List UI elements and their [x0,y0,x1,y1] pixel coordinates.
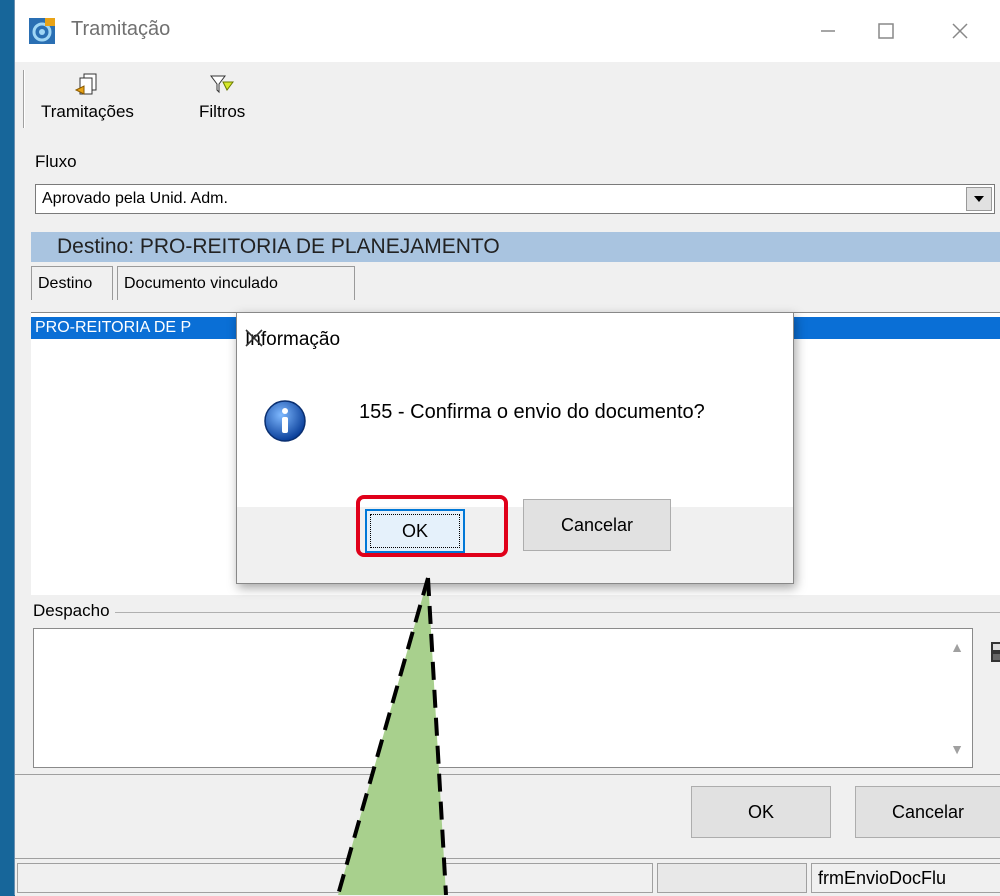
maximize-button[interactable] [861,12,911,50]
dialog-body: 155 - Confirma o envio do documento? [237,367,793,507]
scroll-up-icon[interactable]: ▲ [950,639,964,655]
toolbar-filtros-label: Filtros [199,102,246,121]
cancel-button-label: Cancelar [891,801,965,822]
status-pane-form: frmEnvioDocFlu [811,863,1000,893]
window-title: Tramitação [71,18,171,40]
fluxo-label: Fluxo [35,152,77,171]
toolbar-tramitacoes-label: Tramitações [41,102,134,121]
save-icon[interactable] [991,640,1000,664]
cancel-button[interactable]: Cancelar [855,786,1000,838]
info-icon [264,400,306,442]
despacho-divider [115,612,1000,613]
tab-destino[interactable]: Destino [31,266,113,300]
destino-header-text: Destino: PRO-REITORIA DE PLANEJAMENTO [57,235,500,258]
minimize-button[interactable] [803,12,853,50]
dialog-cancel-button[interactable]: Cancelar [523,499,671,551]
app-icon [29,18,55,44]
close-icon [952,23,968,39]
dialog-cancel-label: Cancelar [560,514,634,535]
tab-destino-label: Destino [38,275,93,292]
dialog-message: 155 - Confirma o envio do documento? [359,401,705,423]
status-bar: frmEnvioDocFlu [15,858,1000,896]
despacho-textarea[interactable]: ▲ ▼ [33,628,973,768]
despacho-label: Despacho [33,601,110,620]
tab-documento-vinculado[interactable]: Documento vinculado [117,266,355,300]
dialog-close-button[interactable] [245,329,779,353]
toolbar-tramitacoes-button[interactable]: Tramitações [41,72,134,122]
tab-documento-vinculado-label: Documento vinculado [124,275,278,292]
ok-button-label: OK [747,801,774,822]
status-pane-main [17,863,653,893]
toolbar-filtros-button[interactable]: Filtros [199,72,245,122]
toolbar: Tramitações Filtros [15,62,1000,136]
destino-header: Destino: PRO-REITORIA DE PLANEJAMENTO [31,232,1000,262]
tramitacoes-icon [75,73,97,95]
scroll-down-icon[interactable]: ▼ [950,741,964,757]
bottom-divider [15,774,1000,775]
ok-highlight-annotation [356,495,508,557]
toolbar-separator [23,70,24,128]
dropdown-arrow-button[interactable] [966,187,992,211]
dialog-title-bar: Informação [237,313,793,367]
filter-icon [210,75,235,94]
fluxo-select[interactable]: Aprovado pela Unid. Adm. [35,184,995,214]
title-bar: Tramitação [15,0,1000,62]
chevron-down-icon [974,196,984,202]
close-icon [245,329,263,347]
minimize-icon [821,30,835,32]
fluxo-value: Aprovado pela Unid. Adm. [42,190,228,207]
ok-button[interactable]: OK [691,786,831,838]
maximize-icon [878,23,894,39]
information-dialog: Informação 155 - Confirma o envio do doc… [236,312,794,584]
close-button[interactable] [935,12,985,50]
list-item-label: PRO-REITORIA DE P [35,319,192,336]
status-form-name: frmEnvioDocFlu [818,868,947,888]
status-pane-blurred [657,863,807,893]
